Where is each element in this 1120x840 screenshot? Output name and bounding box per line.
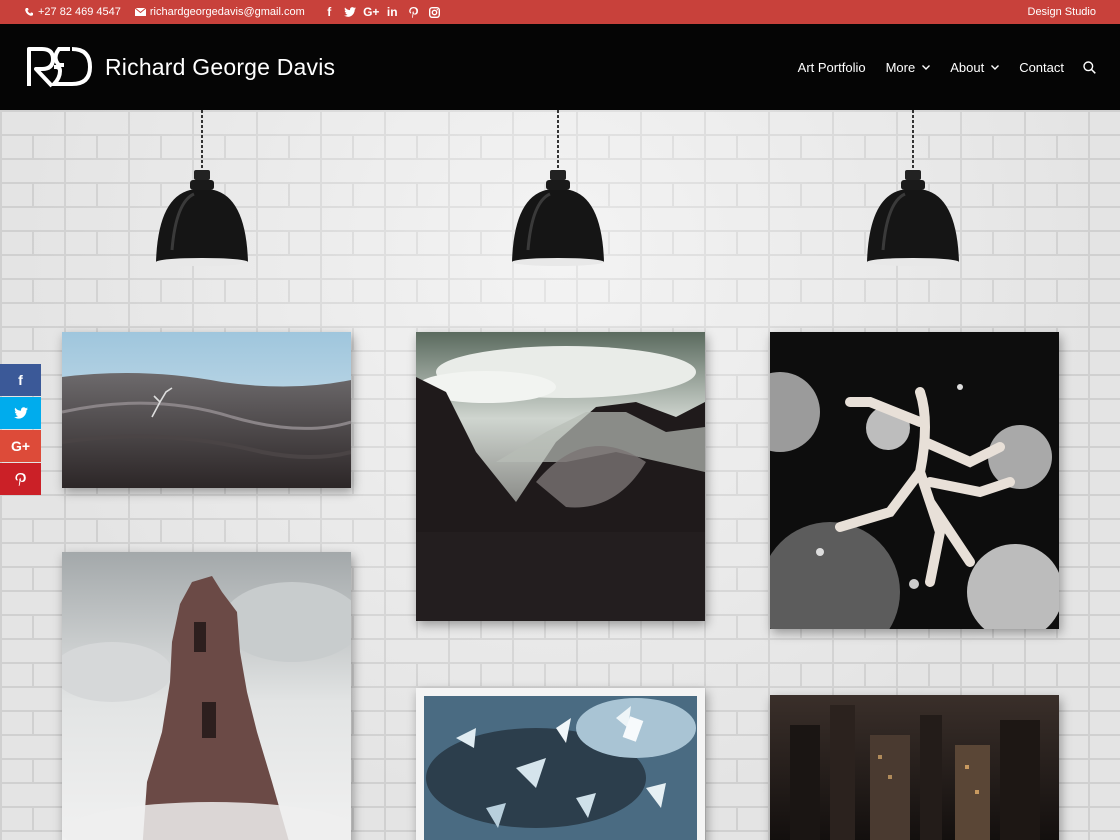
phone-icon bbox=[25, 8, 33, 16]
site-logo[interactable]: Richard George Davis bbox=[26, 44, 335, 90]
artwork-city-reflection[interactable] bbox=[770, 695, 1059, 840]
nav-about[interactable]: About bbox=[950, 59, 1000, 75]
facebook-icon[interactable]: f bbox=[319, 5, 340, 19]
artwork-shattered-glass[interactable] bbox=[416, 688, 705, 840]
pinterest-icon[interactable] bbox=[403, 6, 424, 18]
google-plus-icon[interactable]: G+ bbox=[361, 5, 382, 19]
design-studio-link[interactable]: Design Studio bbox=[1028, 0, 1097, 24]
phone-link[interactable]: +27 82 469 4547 bbox=[24, 6, 121, 18]
search-icon[interactable] bbox=[1083, 60, 1096, 74]
site-header: Richard George Davis Art Portfolio More … bbox=[0, 24, 1120, 110]
email-address: richardgeorgedavis@gmail.com bbox=[149, 6, 305, 18]
top-bar: +27 82 469 4547 richardgeorgedavis@gmail… bbox=[0, 0, 1120, 24]
rgd-monogram-logo bbox=[27, 47, 93, 88]
pendant-lamp-right bbox=[867, 110, 959, 266]
email-link[interactable]: richardgeorgedavis@gmail.com bbox=[134, 6, 305, 18]
nav-label: About bbox=[950, 59, 985, 75]
contact-info: +27 82 469 4547 richardgeorgedavis@gmail… bbox=[24, 0, 445, 24]
nav-label: Art Portfolio bbox=[797, 59, 866, 75]
share-facebook-icon[interactable]: f bbox=[0, 364, 41, 396]
artwork-mountain-clouds[interactable] bbox=[416, 332, 705, 621]
pendant-lamp-center bbox=[512, 110, 604, 266]
share-twitter-icon[interactable] bbox=[0, 397, 41, 429]
linkedin-icon[interactable]: in bbox=[382, 5, 403, 19]
brick-wall-background bbox=[0, 110, 1120, 840]
envelope-icon bbox=[134, 8, 146, 16]
twitter-icon[interactable] bbox=[340, 7, 361, 17]
share-google-plus-icon[interactable]: G+ bbox=[0, 430, 41, 462]
social-links: f G+ in bbox=[319, 5, 445, 19]
artwork-desert-dunes[interactable] bbox=[62, 332, 351, 488]
main-nav: Art Portfolio More About Contact bbox=[778, 24, 1096, 110]
instagram-icon[interactable] bbox=[424, 6, 445, 18]
nav-more[interactable]: More bbox=[886, 60, 931, 75]
share-pinterest-icon[interactable] bbox=[0, 463, 41, 495]
chevron-down-icon bbox=[991, 64, 1000, 70]
site-title: Richard George Davis bbox=[105, 53, 336, 80]
artwork-space-figures[interactable] bbox=[770, 332, 1059, 629]
chevron-down-icon bbox=[922, 64, 931, 70]
phone-number: +27 82 469 4547 bbox=[38, 6, 121, 18]
pendant-lamp-left bbox=[156, 110, 248, 266]
nav-label: More bbox=[885, 59, 916, 75]
nav-art-portfolio[interactable]: Art Portfolio bbox=[798, 60, 866, 75]
social-share-bar: f G+ bbox=[0, 364, 41, 496]
artwork-ruined-tower[interactable] bbox=[62, 552, 351, 840]
nav-label: Contact bbox=[1019, 59, 1064, 75]
nav-contact[interactable]: Contact bbox=[1019, 60, 1064, 75]
